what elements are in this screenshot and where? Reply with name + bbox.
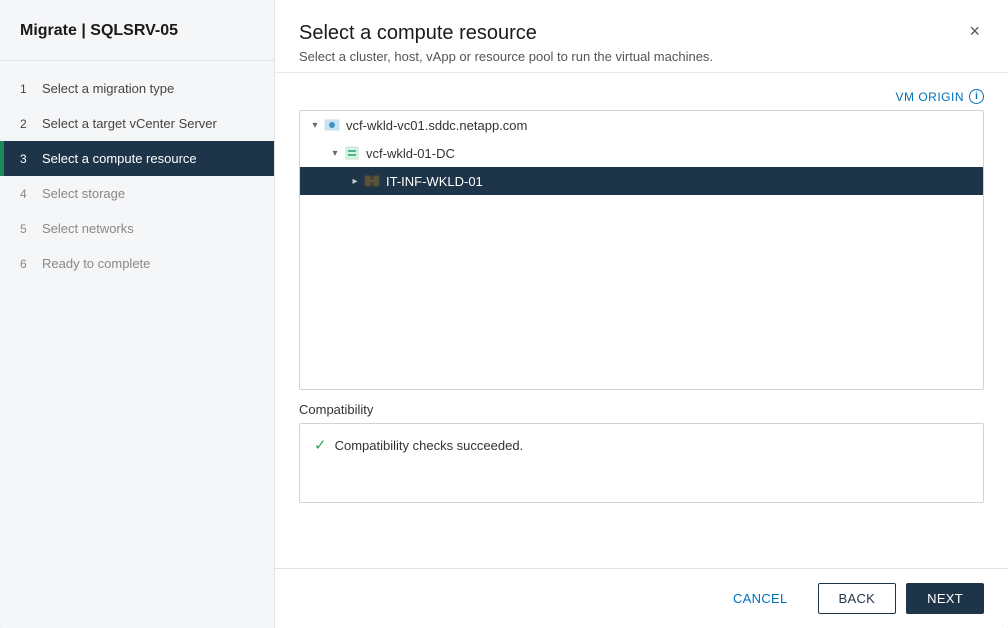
close-button[interactable]: × bbox=[965, 22, 984, 40]
vm-origin-bar: VM ORIGIN i bbox=[299, 89, 984, 104]
vcenter-icon bbox=[324, 117, 340, 133]
sidebar: Migrate | SQLSRV-05 1 Select a migration … bbox=[0, 0, 275, 628]
main-panel: Select a compute resource Select a clust… bbox=[275, 0, 1008, 628]
compatibility-message: ✓ Compatibility checks succeeded. bbox=[314, 436, 969, 454]
resource-tree[interactable]: ▾ vcf-wkld-vc01.sddc.netapp.com▾ vcf-wkl… bbox=[299, 110, 984, 390]
step-label: Select a target vCenter Server bbox=[42, 116, 217, 131]
step-num: 4 bbox=[20, 187, 34, 201]
datacenter-icon bbox=[344, 145, 360, 161]
cluster-icon bbox=[364, 173, 380, 189]
tree-node-dc[interactable]: ▾ vcf-wkld-01-DC bbox=[300, 139, 983, 167]
step-num: 1 bbox=[20, 82, 34, 96]
step-num: 5 bbox=[20, 222, 34, 236]
sidebar-step-5: 5 Select networks bbox=[0, 211, 274, 246]
main-header: Select a compute resource Select a clust… bbox=[275, 0, 1008, 73]
step-num: 3 bbox=[20, 152, 34, 166]
migrate-dialog: Migrate | SQLSRV-05 1 Select a migration … bbox=[0, 0, 1008, 628]
sidebar-step-3[interactable]: 3 Select a compute resource bbox=[0, 141, 274, 176]
chevron-down-icon: ▾ bbox=[328, 146, 342, 160]
sidebar-steps: 1 Select a migration type 2 Select a target… bbox=[0, 61, 274, 291]
vm-origin-link[interactable]: VM ORIGIN bbox=[895, 90, 964, 104]
node-label: vcf-wkld-vc01.sddc.netapp.com bbox=[346, 118, 527, 133]
main-panel-title: Select a compute resource bbox=[299, 22, 713, 45]
chevron-down-icon: ▾ bbox=[308, 118, 322, 132]
back-button[interactable]: BACK bbox=[818, 583, 897, 614]
step-num: 2 bbox=[20, 117, 34, 131]
sidebar-step-4: 4 Select storage bbox=[0, 176, 274, 211]
compatibility-label: Compatibility bbox=[299, 402, 984, 417]
step-label: Ready to complete bbox=[42, 256, 150, 271]
step-label: Select a compute resource bbox=[42, 151, 197, 166]
chevron-right-icon: ▸ bbox=[348, 174, 362, 188]
sidebar-title: Migrate | SQLSRV-05 bbox=[0, 0, 274, 61]
compatibility-section: Compatibility ✓ Compatibility checks suc… bbox=[299, 402, 984, 517]
compatibility-box: ✓ Compatibility checks succeeded. bbox=[299, 423, 984, 503]
tree-node-root[interactable]: ▾ vcf-wkld-vc01.sddc.netapp.com bbox=[300, 111, 983, 139]
next-button[interactable]: NEXT bbox=[906, 583, 984, 614]
sidebar-step-6: 6 Ready to complete bbox=[0, 246, 274, 281]
main-panel-subtitle: Select a cluster, host, vApp or resource… bbox=[299, 49, 713, 64]
sidebar-step-1[interactable]: 1 Select a migration type bbox=[0, 71, 274, 106]
step-label: Select a migration type bbox=[42, 81, 174, 96]
step-label: Select networks bbox=[42, 221, 134, 236]
node-label: vcf-wkld-01-DC bbox=[366, 146, 455, 161]
step-num: 6 bbox=[20, 257, 34, 271]
cancel-button[interactable]: CANCEL bbox=[713, 584, 808, 613]
check-icon: ✓ bbox=[314, 436, 327, 454]
info-icon[interactable]: i bbox=[969, 89, 984, 104]
tree-node-cluster[interactable]: ▸ IT-INF-WKLD-01 bbox=[300, 167, 983, 195]
main-body: VM ORIGIN i ▾ vcf-wkld-vc01.sddc.netapp.… bbox=[275, 73, 1008, 568]
sidebar-step-2[interactable]: 2 Select a target vCenter Server bbox=[0, 106, 274, 141]
footer: CANCEL BACK NEXT bbox=[275, 568, 1008, 628]
node-label: IT-INF-WKLD-01 bbox=[386, 174, 483, 189]
step-label: Select storage bbox=[42, 186, 125, 201]
